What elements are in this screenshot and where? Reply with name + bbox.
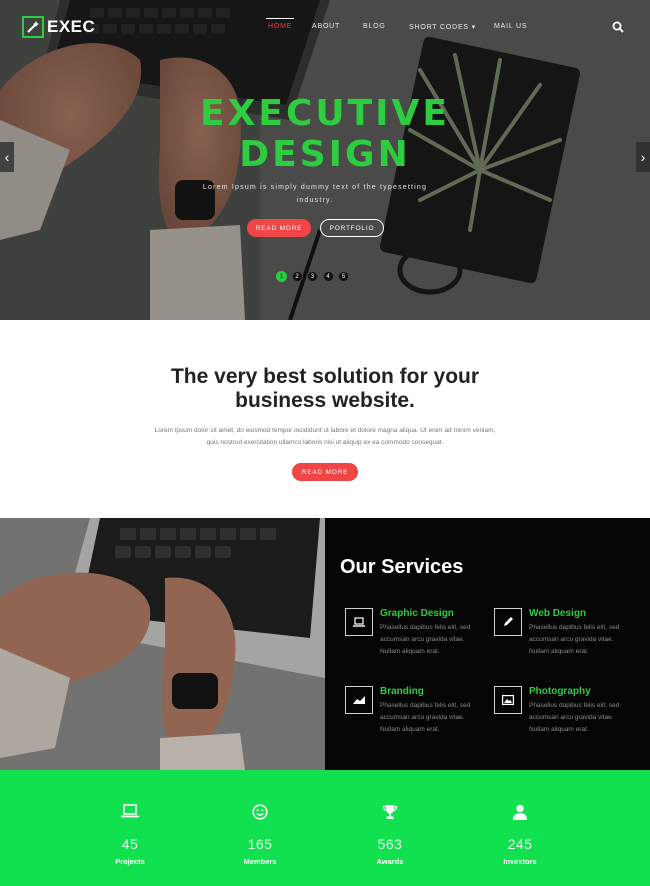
service-name[interactable]: Branding xyxy=(380,686,424,697)
laptop-icon xyxy=(70,804,190,822)
stat-label: Investors xyxy=(503,857,537,866)
service-desc: Phasellus dapibus felis elit, sed accums… xyxy=(529,624,620,655)
services-title: Our Services xyxy=(340,556,464,578)
stat-value: 563 xyxy=(377,836,403,852)
intro-text-line1: Lorem ipsum dolor sit amet, do eiusmod t… xyxy=(154,427,496,434)
slider-pagination: 1 2 3 4 5 xyxy=(276,271,354,282)
slide-dot[interactable]: 1 xyxy=(276,271,287,282)
nav-short-codes[interactable]: Short Codes ▾ xyxy=(409,23,476,31)
stat-label: Projects xyxy=(115,857,145,866)
stat-awards: 563 Awards xyxy=(330,804,450,866)
service-desc: Phasellus dapibus felis elit, sed accums… xyxy=(529,702,620,733)
stat-investors: 245 Investors xyxy=(460,804,580,866)
intro-section: The very best solution for your business… xyxy=(0,320,650,518)
stat-label: Awards xyxy=(376,857,404,866)
stat-label: Members xyxy=(243,857,277,866)
service-desc: Phasellus dapibus felis elit, sed accums… xyxy=(380,624,471,655)
nav-home[interactable]: Home xyxy=(265,18,295,30)
intro-title: The very best solution for your business… xyxy=(0,365,650,413)
search-icon[interactable] xyxy=(612,20,624,33)
stat-members: 165 Members xyxy=(200,804,320,866)
intro-text-line2: quis nostrud exercitation ullamco labori… xyxy=(206,439,444,446)
magic-wand-icon xyxy=(22,16,44,38)
logo-text: EXEC xyxy=(47,17,96,36)
intro-text: Lorem ipsum dolor sit amet, do eiusmod t… xyxy=(120,425,530,449)
smile-icon xyxy=(200,804,320,822)
services-section: Our Services Graphic Design Phasellus da… xyxy=(0,518,650,770)
nav-mail-us[interactable]: Mail Us xyxy=(494,23,527,30)
hero-title-line2: DESIGN xyxy=(239,134,411,175)
services-panel: Our Services Graphic Design Phasellus da… xyxy=(325,518,650,770)
service-name[interactable]: Web Design xyxy=(529,608,586,619)
stat-value: 245 xyxy=(507,836,533,852)
slide-dot[interactable]: 3 xyxy=(307,271,318,282)
hero-title-line1: EXECUTIVE xyxy=(200,93,450,134)
slide-dot[interactable]: 4 xyxy=(322,271,334,282)
hero-read-more-button[interactable]: Read More xyxy=(247,219,311,237)
service-name[interactable]: Graphic Design xyxy=(380,608,454,619)
nav-blog[interactable]: Blog xyxy=(363,23,386,30)
intro-title-line2: business website. xyxy=(235,389,415,412)
nav-about[interactable]: About xyxy=(312,23,340,30)
intro-read-more-button[interactable]: Read More xyxy=(292,463,358,481)
stat-value: 165 xyxy=(247,836,273,852)
hero-subtitle: Lorem Ipsum is simply dummy text of the … xyxy=(202,184,428,204)
slide-dot[interactable]: 5 xyxy=(338,271,349,282)
laptop-icon xyxy=(345,608,373,636)
intro-title-line1: The very best solution for your xyxy=(170,365,480,388)
hero-slider: EXEC Home About Blog Short Codes ▾ Mail … xyxy=(0,0,650,320)
logo[interactable]: EXEC xyxy=(22,16,95,38)
slide-dot[interactable]: 2 xyxy=(291,271,303,282)
services-photo xyxy=(0,518,325,770)
trophy-icon xyxy=(330,804,450,822)
image-icon xyxy=(494,686,522,714)
navbar: EXEC Home About Blog Short Codes ▾ Mail … xyxy=(0,0,650,56)
stat-projects: 45 Projects xyxy=(70,804,190,866)
pencil-icon xyxy=(494,608,522,636)
hero-portfolio-button[interactable]: Portfolio xyxy=(320,219,384,237)
service-desc: Phasellus dapibus felis elit, sed accums… xyxy=(380,702,471,733)
stat-value: 45 xyxy=(121,836,139,852)
stats-section: 45 Projects 165 Members 563 Awards 245 I… xyxy=(0,770,650,886)
service-name[interactable]: Photography xyxy=(529,686,591,697)
user-icon xyxy=(460,804,580,822)
chart-icon xyxy=(345,686,373,714)
